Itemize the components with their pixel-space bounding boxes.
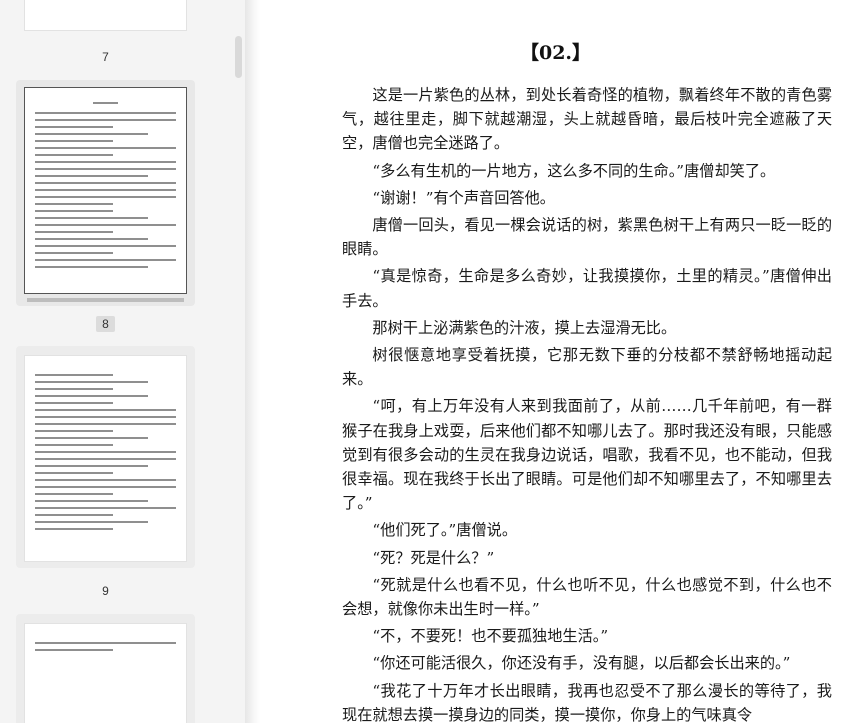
paragraph: “死就是什么也看不见，什么也听不见，什么也感觉不到，什么也不会想，就像你未出生时… [342,575,832,619]
document-page: 【02.】 这是一片紫色的丛林，到处长着奇怪的植物，飘着终年不散的青色雾气，越往… [260,0,851,723]
paragraph: “呵，有上万年没有人来到我面前了，从前……几千年前吧，有一群猴子在我身上戏耍，后… [342,397,832,513]
thumbnail-page-edge [27,298,184,302]
paragraph: “不，不要死！也不要孤独地生活。” [372,627,609,646]
paragraph: “他们死了。”唐僧说。 [372,521,518,540]
page-thumbnail-10[interactable] [25,624,186,723]
paragraph: “你还可能活很久，你还没有手，没有腿，以后都会长出来的。” [372,654,791,673]
page-thumbnail-7[interactable] [25,0,186,30]
thumbnail-sidebar: 7 8 9 [0,0,232,723]
paragraph: 树很惬意地享受着抚摸，它那无数下垂的分枝都不禁舒畅地摇动起来。 [342,346,832,389]
page-number-7: 7 [102,50,109,64]
page-text: 这是一片紫色的丛林，到处长着奇怪的植物，飘着终年不散的青色雾气，越往里走，脚下就… [342,83,832,723]
paragraph: “多么有生机的一片地方，这么多不同的生命。”唐僧却笑了。 [372,161,776,180]
paragraph: “死？死是什么？” [372,548,495,567]
page-number-9: 9 [102,584,109,598]
scrollbar-thumb[interactable] [235,36,242,78]
chapter-title: 【02.】 [519,42,592,64]
paragraph: 唐僧一回头，看见一棵会说话的树，紫黑色树干上有两只一眨一眨的眼睛。 [342,216,832,259]
paragraph: 这是一片紫色的丛林，到处长着奇怪的植物，飘着终年不散的青色雾气，越往里走，脚下就… [342,86,832,153]
pane-divider[interactable] [245,0,260,723]
paragraph: 那树干上泌满紫色的汁液，摸上去湿滑无比。 [372,318,677,337]
page-thumbnail-9[interactable] [25,356,186,561]
page-thumbnail-8[interactable] [25,88,186,302]
paragraph: “我花了十万年才长出眼睛，我再也忍受不了那么漫长的等待了，我现在就想去摸一摸身边… [342,681,832,723]
sidebar-scrollbar[interactable] [232,0,245,723]
page-number-8: 8 [16,316,195,332]
paragraph: “真是惊奇，生命是多么奇妙，让我摸摸你，土里的精灵。”唐僧伸出手去。 [342,267,832,310]
paragraph: “谢谢！”有个声音回答他。 [372,188,555,207]
